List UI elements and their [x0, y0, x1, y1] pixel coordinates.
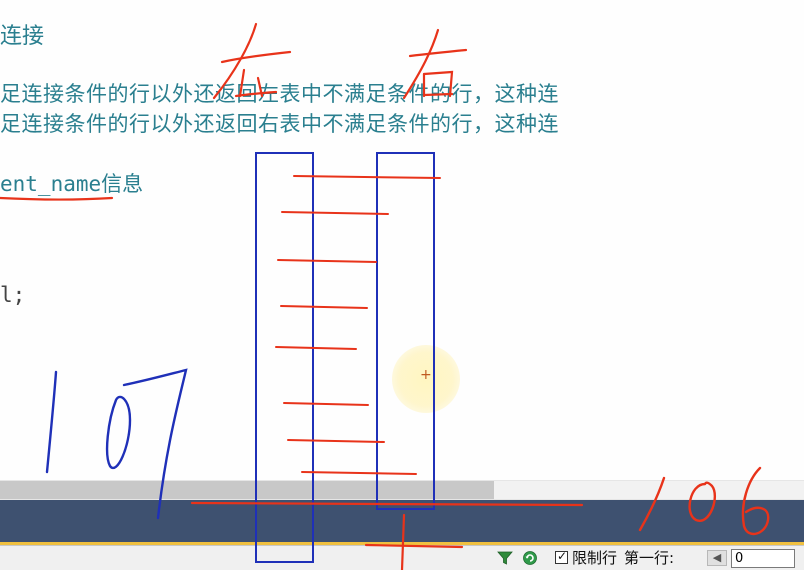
horizontal-scrollbar-thumb[interactable]: [0, 481, 494, 499]
crosshair-cursor-icon: +: [420, 367, 432, 383]
previous-page-arrow-icon[interactable]: ◀: [707, 550, 727, 566]
result-toolbar: ✓ 限制行 第一行: ◀: [0, 545, 804, 570]
limit-rows-label: 限制行: [572, 549, 618, 567]
field-description: ent_name信息: [0, 168, 143, 198]
field-suffix: 信息: [101, 172, 144, 196]
first-row-input[interactable]: [731, 549, 795, 568]
right-table-box: [376, 152, 435, 510]
field-underline: [0, 196, 114, 201]
right-join-description: 足连接条件的行以外还返回右表中不满足条件的行，这种连: [0, 112, 559, 136]
screen: 连接 足连接条件的行以外还返回左表中不满足条件的行，这种连 足连接条件的行以外还…: [0, 0, 804, 570]
limit-rows-checkbox[interactable]: ✓: [555, 549, 568, 564]
horizontal-scrollbar-track[interactable]: [494, 481, 804, 499]
field-code: ent_name: [0, 172, 102, 196]
code-fragment: l;: [0, 283, 26, 307]
status-band: [0, 500, 804, 542]
left-table-rows: [275, 175, 441, 475]
left-join-description: 足连接条件的行以外还返回左表中不满足条件的行，这种连: [0, 82, 559, 106]
filter-icon[interactable]: [497, 550, 513, 566]
section-heading: 连接: [0, 24, 45, 49]
checkmark-icon: ✓: [557, 549, 568, 563]
refresh-icon[interactable]: [522, 550, 538, 566]
first-row-label: 第一行:: [624, 549, 675, 567]
